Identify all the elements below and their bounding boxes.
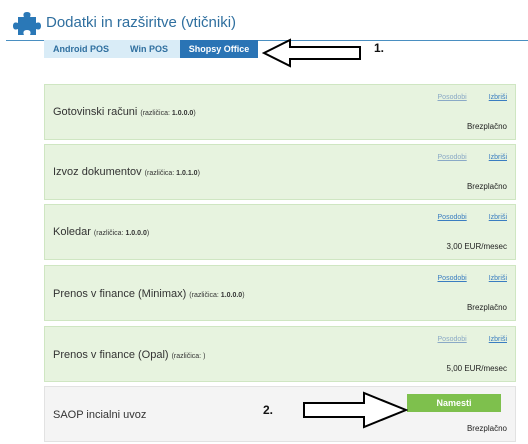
update-link[interactable]: Posodobi bbox=[438, 275, 467, 282]
delete-link[interactable]: Izbriši bbox=[489, 275, 507, 282]
price-label: Brezplačno bbox=[466, 122, 507, 131]
tab-android-pos[interactable]: Android POS bbox=[44, 40, 118, 58]
annotation-label-2: 2. bbox=[263, 403, 274, 417]
update-link[interactable]: Posodobi bbox=[438, 154, 467, 161]
plugin-title: Prenos v finance (Opal) (različica: ) bbox=[53, 349, 206, 361]
price-label: 5,00 EUR/mesec bbox=[446, 364, 507, 373]
plugin-actions: Posodobi Izbriši bbox=[438, 275, 507, 282]
update-link[interactable]: Posodobi bbox=[438, 336, 467, 343]
update-link[interactable]: Posodobi bbox=[438, 94, 467, 101]
puzzle-icon bbox=[13, 12, 41, 35]
price-label: 3,00 EUR/mesec bbox=[446, 242, 507, 251]
price-label: Brezplačno bbox=[466, 424, 507, 433]
plugin-title: Gotovinski računi (različica: 1.0.0.0) bbox=[53, 106, 196, 118]
plugin-title: Koledar (različica: 1.0.0.0) bbox=[53, 226, 150, 238]
plugin-card-minimax: Prenos v finance (Minimax) (različica: 1.… bbox=[44, 265, 516, 321]
install-button[interactable]: Namesti bbox=[407, 394, 501, 412]
page-header: Dodatki in razširitve (vtičniki) bbox=[6, 6, 528, 41]
update-link[interactable]: Posodobi bbox=[438, 214, 467, 221]
delete-link[interactable]: Izbriši bbox=[489, 154, 507, 161]
plugin-card-saop: SAOP incialni uvoz Namesti Brezplačno bbox=[44, 386, 516, 442]
plugin-title: Prenos v finance (Minimax) (različica: 1.… bbox=[53, 288, 245, 300]
price-label: Brezplačno bbox=[466, 182, 507, 191]
platform-tabs: Android POS Win POS Shopsy Office bbox=[44, 40, 258, 58]
annotation-arrow-right bbox=[303, 391, 408, 429]
page-title: Dodatki in razširitve (vtičniki) bbox=[46, 14, 237, 31]
plugin-card-izvoz-dokumentov: Izvoz dokumentov (različica: 1.0.1.0) Pos… bbox=[44, 144, 516, 200]
plugin-title: SAOP incialni uvoz bbox=[53, 409, 147, 421]
plugin-card-opal: Prenos v finance (Opal) (različica: ) Pos… bbox=[44, 326, 516, 382]
tab-win-pos[interactable]: Win POS bbox=[118, 40, 180, 58]
plugin-title: Izvoz dokumentov (različica: 1.0.1.0) bbox=[53, 166, 200, 178]
delete-link[interactable]: Izbriši bbox=[489, 94, 507, 101]
delete-link[interactable]: Izbriši bbox=[489, 214, 507, 221]
price-label: Brezplačno bbox=[466, 303, 507, 312]
plugin-card-koledar: Koledar (različica: 1.0.0.0) Posodobi Izb… bbox=[44, 204, 516, 260]
tab-shopsy-office[interactable]: Shopsy Office bbox=[180, 40, 258, 58]
delete-link[interactable]: Izbriši bbox=[489, 336, 507, 343]
annotation-arrow-left bbox=[262, 38, 361, 68]
plugin-actions: Posodobi Izbriši bbox=[438, 336, 507, 343]
plugin-actions: Posodobi Izbriši bbox=[438, 214, 507, 221]
plugin-actions: Posodobi Izbriši bbox=[438, 154, 507, 161]
annotation-label-1: 1. bbox=[374, 41, 385, 55]
plugin-card-gotovinski-racuni: Gotovinski računi (različica: 1.0.0.0) Po… bbox=[44, 84, 516, 140]
plugin-actions: Posodobi Izbriši bbox=[438, 94, 507, 101]
